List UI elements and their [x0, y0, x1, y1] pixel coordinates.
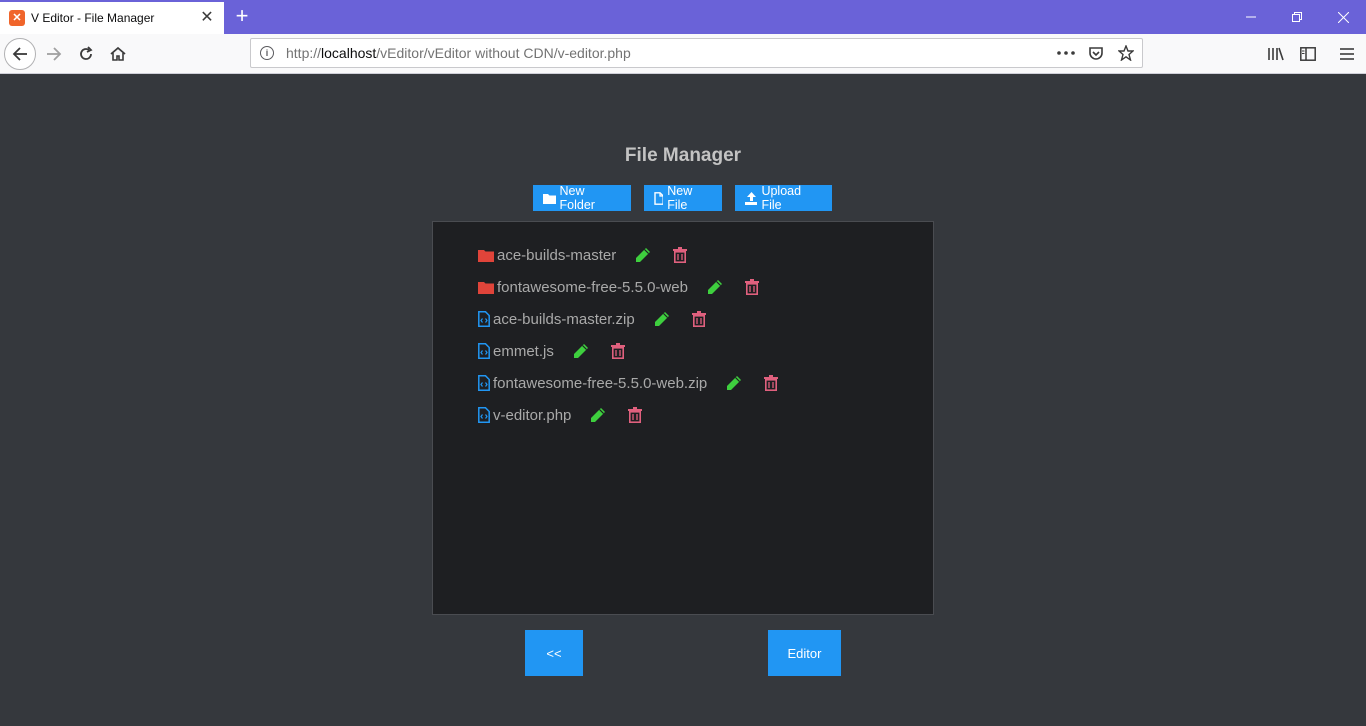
edit-pencil-icon[interactable]: [725, 374, 743, 392]
file-row[interactable]: ace-builds-master.zip: [478, 307, 707, 331]
file-row[interactable]: fontawesome-free-5.5.0-web.zip: [478, 371, 779, 395]
browser-titlebar: ✕ V Editor - File Manager ✕ +: [0, 0, 1366, 34]
file-name[interactable]: ace-builds-master: [497, 247, 616, 264]
file-name[interactable]: ace-builds-master.zip: [493, 311, 635, 328]
new-file-button[interactable]: New File: [644, 184, 722, 212]
edit-pencil-icon[interactable]: [634, 246, 652, 264]
library-icon[interactable]: [1260, 38, 1292, 70]
edit-pencil-icon[interactable]: [653, 310, 671, 328]
minimize-icon[interactable]: [1228, 0, 1274, 34]
file-row[interactable]: emmet.js: [478, 339, 626, 363]
new-folder-label: New Folder: [559, 184, 595, 212]
file-row[interactable]: ace-builds-master: [478, 243, 688, 267]
file-name[interactable]: fontawesome-free-5.5.0-web.zip: [493, 375, 707, 392]
code-file-icon: [478, 407, 490, 423]
delete-trash-icon[interactable]: [691, 310, 707, 328]
page-title: File Manager: [624, 145, 742, 166]
browser-navbar: i http://localhost/vEditor/vEditor witho…: [0, 34, 1366, 74]
delete-trash-icon[interactable]: [627, 406, 643, 424]
editor-button[interactable]: Editor: [768, 630, 841, 676]
delete-trash-icon[interactable]: [763, 374, 779, 392]
action-toolbar: New Folder New File Upload File: [533, 184, 832, 212]
browser-tab[interactable]: ✕ V Editor - File Manager ✕: [0, 0, 224, 34]
delete-trash-icon[interactable]: [744, 278, 760, 296]
sidebar-icon[interactable]: [1292, 38, 1324, 70]
file-name[interactable]: emmet.js: [493, 343, 554, 360]
reload-icon[interactable]: [70, 38, 102, 70]
hamburger-menu-icon[interactable]: [1331, 38, 1363, 70]
file-row[interactable]: v-editor.php: [478, 403, 643, 427]
xampp-favicon-icon: ✕: [9, 10, 25, 26]
restore-icon[interactable]: [1274, 0, 1320, 34]
site-info-icon[interactable]: i: [260, 46, 274, 60]
folder-icon: [543, 193, 556, 204]
home-icon[interactable]: [102, 38, 134, 70]
new-file-label: New File: [667, 184, 693, 212]
page-content: File Manager New Folder New File Upload …: [0, 75, 1366, 726]
url-path: /vEditor/vEditor without CDN/v-editor.ph…: [376, 45, 631, 61]
pocket-icon[interactable]: [1086, 43, 1106, 63]
file-row[interactable]: fontawesome-free-5.5.0-web: [478, 275, 760, 299]
url-text[interactable]: http://localhost/vEditor/vEditor without…: [286, 45, 631, 61]
upload-icon: [745, 191, 758, 205]
file-list-panel: ace-builds-master fontawesome-free-5.5.0…: [432, 221, 934, 615]
window-close-icon[interactable]: [1320, 0, 1366, 34]
bookmark-star-icon[interactable]: [1116, 43, 1136, 63]
file-name[interactable]: fontawesome-free-5.5.0-web: [497, 279, 688, 296]
code-file-icon: [478, 311, 490, 327]
new-tab-icon[interactable]: +: [230, 3, 254, 28]
folder-icon: [478, 281, 494, 294]
upload-file-label: Upload File: [761, 184, 802, 212]
upload-file-button[interactable]: Upload File: [735, 184, 832, 212]
url-host: localhost: [321, 45, 377, 61]
new-folder-button[interactable]: New Folder: [533, 184, 631, 212]
back-button[interactable]: <<: [525, 630, 583, 676]
edit-pencil-icon[interactable]: [589, 406, 607, 424]
delete-trash-icon[interactable]: [672, 246, 688, 264]
edit-pencil-icon[interactable]: [572, 342, 590, 360]
tab-close-icon[interactable]: ✕: [198, 8, 216, 26]
code-file-icon: [478, 375, 490, 391]
edit-pencil-icon[interactable]: [706, 278, 724, 296]
tab-title: V Editor - File Manager: [31, 11, 155, 25]
back-arrow-icon[interactable]: [4, 38, 36, 70]
forward-arrow-icon[interactable]: [38, 38, 70, 70]
folder-icon: [478, 249, 494, 262]
url-prefix: http://: [286, 45, 322, 61]
file-name[interactable]: v-editor.php: [493, 407, 571, 424]
file-outline-icon: [654, 191, 664, 205]
delete-trash-icon[interactable]: [610, 342, 626, 360]
code-file-icon: [478, 343, 490, 359]
page-actions-icon[interactable]: [1056, 43, 1076, 63]
url-bar[interactable]: i http://localhost/vEditor/vEditor witho…: [250, 38, 1143, 68]
